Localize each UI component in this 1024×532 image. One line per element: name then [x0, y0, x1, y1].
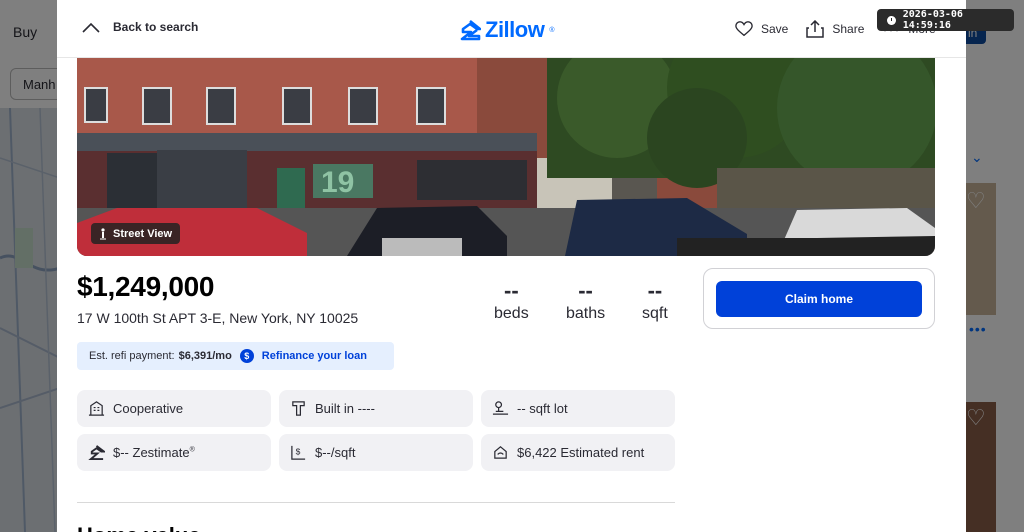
timestamp-text: 2026-03-06 14:59:16: [902, 9, 963, 31]
street-view-button[interactable]: Street View: [91, 223, 181, 244]
claim-home-card: Claim home: [703, 268, 935, 329]
fact-lot-size: -- sqft lot: [481, 390, 675, 427]
back-to-search-button[interactable]: Back to search: [81, 20, 198, 34]
refinance-link[interactable]: Refinance your loan: [262, 350, 367, 362]
zillow-logo[interactable]: Zillow ®: [459, 17, 555, 43]
fact-text: $-- Zestimate®: [113, 445, 195, 460]
heart-icon: [735, 21, 753, 37]
person-icon: [100, 227, 106, 239]
fact-price-per-sqft: $ $--/sqft: [279, 434, 473, 471]
sqft-value: --: [647, 278, 663, 303]
beds-label: beds: [494, 305, 529, 322]
share-label: Share: [832, 22, 865, 36]
beds-value: --: [504, 278, 519, 303]
registered-mark: ®: [549, 26, 555, 34]
section-heading: Home value: [77, 523, 201, 532]
rent-icon: [494, 446, 507, 459]
clock-icon: [887, 15, 896, 25]
facts-grid: Cooperative Built in ---- -- sqft lot $-…: [77, 390, 675, 471]
dollar-icon: $: [239, 349, 254, 363]
modal-header: Back to search Zillow® Save Share More: [57, 0, 966, 58]
zillow-logo-icon: [460, 19, 481, 41]
section-divider: [77, 502, 675, 503]
registered-mark: ®: [189, 446, 195, 454]
fact-home-type: Cooperative: [77, 390, 271, 427]
save-button[interactable]: Save: [735, 20, 788, 38]
zestimate-icon: [88, 445, 105, 461]
chevron-up-icon: [82, 22, 100, 33]
save-label: Save: [761, 22, 789, 36]
timestamp-badge: 2026-03-06 14:59:16: [877, 9, 1014, 31]
listing-price: $1,249,000: [77, 271, 215, 302]
building-icon: [88, 401, 105, 416]
refi-label: Est. refi payment:: [89, 350, 175, 362]
refi-amount: $6,391/mo: [178, 350, 232, 362]
fact-text: $--/sqft: [315, 445, 356, 460]
baths-label: baths: [566, 305, 606, 322]
street-view-photo[interactable]: 19: [77, 58, 935, 256]
back-to-search-label: Back to search: [113, 20, 199, 34]
baths-value: --: [578, 278, 593, 303]
claim-home-button[interactable]: Claim home: [716, 281, 922, 317]
building-number-text: 19: [321, 166, 354, 199]
fact-zestimate: $-- Zestimate®: [77, 434, 271, 471]
share-icon: [806, 20, 825, 38]
listing-address: 17 W 100th St APT 3-E, New York, NY 1002…: [77, 310, 359, 326]
zestimate-text: $-- Zestimate: [113, 445, 190, 460]
beds-stat: -- beds: [494, 280, 529, 323]
listing-modal: Back to search Zillow® Save Share More: [57, 0, 966, 532]
lot-icon: [492, 401, 509, 415]
zillow-logo-text: Zillow: [485, 17, 545, 42]
fact-estimated-rent: $6,422 Estimated rent: [481, 434, 675, 471]
fact-text: Cooperative: [113, 401, 184, 416]
fact-text: $6,422 Estimated rent: [517, 445, 645, 460]
fact-year-built: Built in ----: [279, 390, 473, 427]
price-per-sqft-icon: $: [291, 445, 306, 460]
sqft-stat: -- sqft: [642, 280, 668, 323]
share-button[interactable]: Share: [806, 20, 864, 38]
street-view-label: Street View: [113, 227, 173, 240]
hammer-icon: [292, 401, 305, 416]
sqft-label: sqft: [642, 305, 668, 322]
baths-stat: -- baths: [566, 280, 605, 323]
fact-text: -- sqft lot: [517, 401, 568, 416]
refi-banner: Est. refi payment: $6,391/mo $ Refinance…: [77, 342, 394, 370]
fact-text: Built in ----: [315, 401, 375, 416]
svg-text:$: $: [296, 446, 301, 456]
